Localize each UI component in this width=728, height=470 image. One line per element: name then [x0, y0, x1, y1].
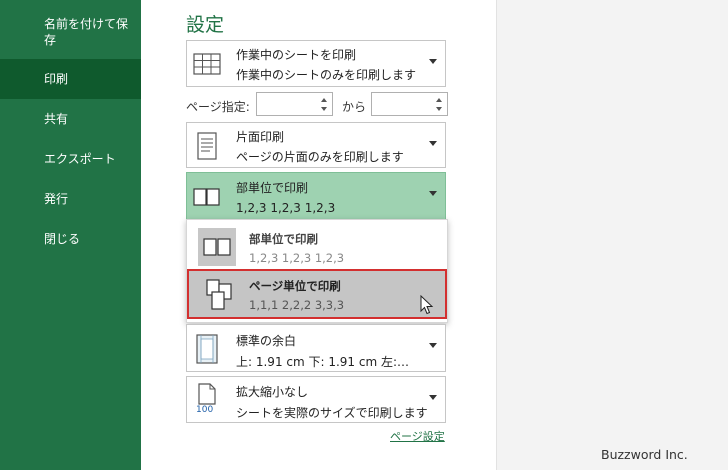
- chevron-down-icon: [429, 395, 437, 400]
- actual-size-label: 100: [196, 405, 214, 415]
- one-sided-page-icon: [197, 132, 217, 160]
- chevron-down-icon: [429, 343, 437, 348]
- margins-subtitle: 上: 1.91 cm 下: 1.91 cm 左:…: [236, 355, 410, 369]
- collation-option-subtitle: 1,2,3 1,2,3 1,2,3: [249, 251, 345, 265]
- sidebar-item-export[interactable]: エクスポート: [0, 151, 141, 171]
- chevron-down-icon: [429, 191, 437, 196]
- sidebar-item-publish[interactable]: 発行: [0, 191, 141, 211]
- collation-option-collated[interactable]: 部単位で印刷 1,2,3 1,2,3 1,2,3: [187, 222, 447, 272]
- sidebar-item-label: エクスポート: [44, 152, 116, 166]
- chevron-down-icon: [429, 59, 437, 64]
- pages-range-row: ページ指定: から: [186, 92, 448, 118]
- collation-dropdown[interactable]: 部単位で印刷 1,2,3 1,2,3 1,2,3: [186, 172, 446, 220]
- page-setup-link[interactable]: ページ設定: [390, 428, 445, 444]
- pages-to-input[interactable]: [371, 92, 448, 116]
- print-what-dropdown[interactable]: 作業中のシートを印刷 作業中のシートのみを印刷します: [186, 40, 446, 87]
- sidebar-item-share[interactable]: 共有: [0, 111, 141, 131]
- pages-label: ページ指定:: [186, 100, 250, 114]
- scaling-title: 拡大縮小なし: [236, 385, 309, 399]
- spin-up-icon[interactable]: [436, 98, 442, 102]
- pages-from-input[interactable]: [256, 92, 333, 116]
- margins-title: 標準の余白: [236, 334, 297, 348]
- sidebar-item-label: 閉じる: [44, 232, 81, 246]
- collated-icon: [198, 228, 236, 266]
- sidebar-item-label: 印刷: [44, 72, 69, 86]
- collation-title: 部単位で印刷: [236, 181, 309, 195]
- sides-dropdown[interactable]: 片面印刷 ページの片面のみを印刷します: [186, 122, 446, 168]
- collation-option-uncollated[interactable]: ページ単位で印刷 1,1,1 2,2,2 3,3,3: [187, 269, 447, 319]
- sheet-grid-icon: [193, 53, 221, 75]
- print-what-title: 作業中のシートを印刷: [236, 48, 357, 62]
- sidebar-item-close[interactable]: 閉じる: [0, 231, 141, 251]
- spin-up-icon[interactable]: [321, 98, 327, 102]
- spin-down-icon[interactable]: [436, 107, 442, 111]
- collation-menu: 部単位で印刷 1,2,3 1,2,3 1,2,3 ページ単位で印刷 1,1,1 …: [186, 219, 448, 323]
- pages-to-label: から: [342, 100, 367, 114]
- spin-down-icon[interactable]: [321, 107, 327, 111]
- sides-title: 片面印刷: [236, 130, 285, 144]
- backstage-sidebar: 名前を付けて保 存 印刷 共有 エクスポート 発行 閉じる: [0, 0, 141, 470]
- scaling-dropdown[interactable]: 100 拡大縮小なし シートを実際のサイズで印刷します: [186, 376, 446, 423]
- chevron-down-icon: [429, 141, 437, 146]
- collation-option-title: 部単位で印刷: [249, 232, 318, 246]
- margins-icon: [196, 334, 218, 364]
- uncollated-icon: [206, 279, 232, 310]
- margins-dropdown[interactable]: 標準の余白 上: 1.91 cm 下: 1.91 cm 左:…: [186, 324, 446, 372]
- sidebar-item-print[interactable]: 印刷: [0, 59, 141, 99]
- collated-icon: [193, 188, 220, 206]
- sidebar-item-save-as[interactable]: 名前を付けて保 存: [0, 16, 141, 50]
- sidebar-item-label: 名前を付けて保: [44, 17, 129, 31]
- sides-subtitle: ページの片面のみを印刷します: [236, 150, 404, 164]
- print-what-subtitle: 作業中のシートのみを印刷します: [236, 68, 417, 82]
- sidebar-item-label-cont: 存: [44, 33, 57, 47]
- watermark: Buzzword Inc.: [601, 447, 688, 462]
- sidebar-item-label: 共有: [44, 112, 69, 126]
- print-preview-area: [496, 0, 728, 470]
- mouse-cursor-icon: [420, 295, 434, 315]
- collation-option-title: ページ単位で印刷: [249, 279, 341, 293]
- collation-subtitle: 1,2,3 1,2,3 1,2,3: [236, 201, 336, 215]
- scaling-subtitle: シートを実際のサイズで印刷します: [236, 406, 428, 420]
- settings-heading: 設定: [186, 14, 225, 36]
- collation-option-subtitle: 1,1,1 2,2,2 3,3,3: [249, 298, 345, 312]
- actual-size-icon: 100: [192, 383, 222, 419]
- sidebar-item-label: 発行: [44, 192, 69, 206]
